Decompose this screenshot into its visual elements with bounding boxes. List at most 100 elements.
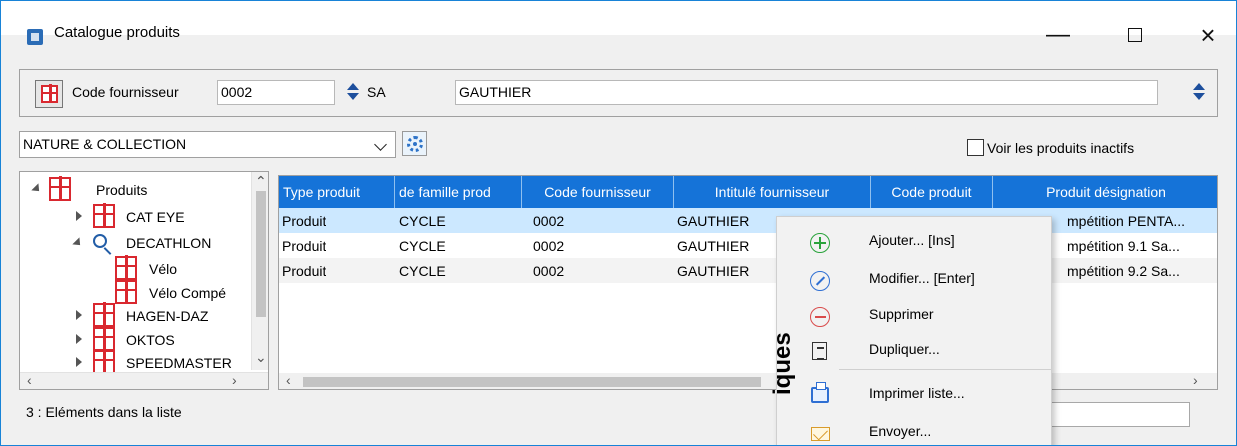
search-icon: [93, 234, 107, 248]
product-designation-cell: mpétition 9.2 Sa...: [1067, 263, 1180, 279]
nature-select-value: NATURE & COLLECTION: [23, 136, 187, 152]
tree-vertical-scrollbar[interactable]: ⌃ ⌄: [251, 172, 268, 370]
maximize-button[interactable]: [1112, 18, 1158, 52]
menu-item-add[interactable]: Ajouter... [Ins]: [777, 222, 1053, 261]
scroll-left-icon[interactable]: ‹: [286, 372, 291, 388]
scroll-down-icon[interactable]: ⌄: [255, 349, 267, 366]
title-bar: Catalogue produits — ×: [1, 1, 1236, 50]
inactive-products-label[interactable]: Voir les produits inactifs: [987, 140, 1134, 156]
chevron-down-icon: [374, 138, 387, 151]
supplier-code-spinner-icon[interactable]: [346, 83, 360, 100]
mail-icon: [811, 427, 830, 441]
element-count-status: 3 : Eléments dans la liste: [26, 404, 182, 420]
menu-item-print-list[interactable]: Imprimer liste...: [777, 375, 1053, 414]
product-box-icon: [93, 302, 115, 327]
settings-button[interactable]: [402, 131, 427, 156]
add-icon: [810, 233, 830, 253]
product-box-icon: [93, 349, 115, 374]
menu-item-delete[interactable]: Supprimer: [777, 296, 1053, 335]
menu-item-label: Dupliquer...: [869, 341, 940, 357]
product-box-icon: [93, 326, 115, 351]
gear-icon: [406, 135, 423, 152]
scroll-right-icon[interactable]: ›: [1193, 372, 1198, 388]
tree-item-label: HAGEN-DAZ: [126, 308, 209, 324]
column-header-type-produit[interactable]: Type produit: [279, 176, 395, 208]
menu-item-send[interactable]: Envoyer...: [777, 413, 1053, 445]
expanded-arrow-icon[interactable]: [31, 183, 43, 195]
menu-item-edit[interactable]: Modifier... [Enter]: [777, 260, 1053, 299]
menu-item-label: Envoyer...: [869, 423, 932, 439]
supplier-name-cell: GAUTHIER: [677, 238, 750, 254]
column-header-intitule-fournisseur[interactable]: Intitulé fournisseur: [674, 176, 871, 208]
tree-scroll-thumb[interactable]: [256, 191, 266, 317]
menu-item-label: Ajouter... [Ins]: [869, 232, 955, 248]
table-scroll-thumb[interactable]: [303, 377, 761, 387]
window-title: Catalogue produits: [54, 24, 180, 41]
tree-item-label: DECATHLON: [126, 235, 212, 251]
collapsed-arrow-icon[interactable]: [76, 357, 82, 367]
tree-item-label: Vélo: [149, 261, 178, 277]
supplier-name-field[interactable]: GAUTHIER: [455, 80, 1158, 105]
table-horizontal-scrollbar[interactable]: ‹ ›: [279, 372, 1217, 389]
product-box-button[interactable]: [35, 80, 63, 108]
duplicate-icon: [812, 342, 827, 360]
collapsed-arrow-icon[interactable]: [76, 211, 82, 221]
inactive-products-checkbox[interactable]: [967, 139, 984, 156]
menu-item-duplicate[interactable]: Dupliquer...: [777, 331, 1053, 370]
supplier-name-cell: GAUTHIER: [677, 263, 750, 279]
column-header-code-fournisseur[interactable]: Code fournisseur: [522, 176, 674, 208]
tree-item-label: SPEEDMASTER: [126, 355, 232, 371]
table-row[interactable]: Produit CYCLE 0002 GAUTHIER mpétition 9.…: [279, 233, 1217, 258]
tree-item-label: Vélo Compé: [149, 285, 227, 301]
product-box-icon: [115, 255, 137, 280]
table-row[interactable]: Produit CYCLE 0002 GAUTHIER mpétition 9.…: [279, 258, 1217, 283]
scroll-right-icon[interactable]: ›: [232, 372, 237, 388]
tree-horizontal-scrollbar[interactable]: ‹ ›: [20, 372, 268, 389]
tree-item-label: CAT EYE: [126, 209, 185, 225]
printer-icon: [811, 382, 829, 403]
supplier-code-input[interactable]: 0002: [217, 80, 335, 105]
supplier-selector: Code fournisseur 0002 SA GAUTHIER: [19, 69, 1218, 117]
type-cell: Produit: [282, 213, 327, 229]
supplier-name-cell: GAUTHIER: [677, 213, 750, 229]
collapsed-arrow-icon[interactable]: [76, 334, 82, 344]
family-cell: CYCLE: [399, 238, 446, 254]
supplier-code-cell: 0002: [533, 263, 565, 279]
product-designation-cell: mpétition PENTA...: [1067, 213, 1186, 229]
nature-select[interactable]: NATURE & COLLECTION: [19, 131, 396, 158]
column-header-produit-designation[interactable]: Produit désignation: [993, 176, 1217, 208]
minimize-button[interactable]: —: [1035, 18, 1081, 52]
supplier-name-spinner-icon[interactable]: [1192, 83, 1206, 100]
type-cell: Produit: [282, 238, 327, 254]
product-box-icon: [115, 279, 137, 304]
collapsed-arrow-icon[interactable]: [76, 310, 82, 320]
context-menu: iques Ajouter... [Ins] Modifier... [Ente…: [769, 216, 1053, 445]
app-icon: [27, 29, 43, 45]
scroll-left-icon[interactable]: ‹: [27, 372, 32, 388]
menu-item-label: Imprimer liste...: [869, 385, 965, 401]
supplier-code-cell: 0002: [533, 238, 565, 254]
delete-icon: [810, 307, 830, 327]
product-box-icon: [93, 203, 115, 228]
maximize-icon: [1128, 28, 1142, 42]
product-tree[interactable]: Produits CAT EYE DECATHLON Vélo Vélo Com…: [19, 171, 269, 390]
supplier-code-label: Code fournisseur: [72, 84, 179, 100]
bottom-input-field[interactable]: [1042, 402, 1190, 427]
column-header-code-produit[interactable]: Code produit: [871, 176, 993, 208]
table-header: Type produit de famille prod Code fourni…: [279, 176, 1217, 208]
product-designation-cell: mpétition 9.1 Sa...: [1067, 238, 1180, 254]
scroll-up-icon[interactable]: ⌃: [255, 173, 267, 190]
product-box-icon: [40, 84, 58, 103]
table-row[interactable]: Produit CYCLE 0002 GAUTHIER mpétition PE…: [279, 208, 1217, 233]
product-table[interactable]: Type produit de famille prod Code fourni…: [278, 175, 1218, 390]
expanded-arrow-icon[interactable]: [72, 237, 84, 249]
supplier-short-name: SA: [367, 84, 386, 100]
menu-separator: [839, 369, 1051, 370]
menu-item-label: Supprimer: [869, 306, 934, 322]
family-cell: CYCLE: [399, 213, 446, 229]
type-cell: Produit: [282, 263, 327, 279]
column-header-famille[interactable]: de famille prod: [395, 176, 522, 208]
close-button[interactable]: ×: [1185, 18, 1231, 52]
supplier-code-cell: 0002: [533, 213, 565, 229]
tree-item-label: OKTOS: [126, 332, 175, 348]
